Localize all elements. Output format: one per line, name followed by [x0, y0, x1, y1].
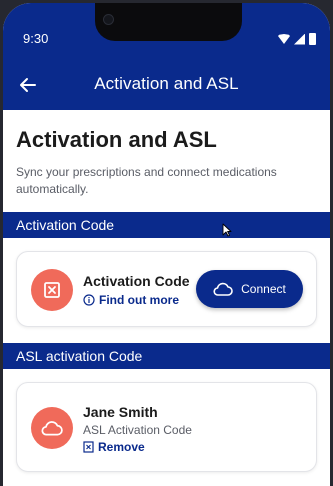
section-header-asl: ASL activation Code	[3, 343, 330, 369]
app-bar-title: Activation and ASL	[94, 74, 239, 93]
remove-label: Remove	[98, 440, 145, 454]
info-icon	[83, 294, 95, 306]
mouse-cursor-icon	[222, 223, 232, 237]
connect-button[interactable]: Connect	[196, 270, 303, 308]
activation-card-title: Activation Code	[83, 273, 190, 289]
device-frame: 9:30 Activation and ASL Activation and A…	[0, 0, 333, 486]
battery-icon	[309, 33, 316, 45]
app-screen: 9:30 Activation and ASL Activation and A…	[3, 3, 330, 486]
connect-button-label: Connect	[241, 282, 286, 296]
page-subtitle: Sync your prescriptions and connect medi…	[16, 165, 277, 196]
find-out-more-link[interactable]: Find out more	[83, 293, 179, 307]
asl-card-subtitle: ASL Activation Code	[83, 423, 192, 437]
asl-card-name: Jane Smith	[83, 404, 158, 420]
cloud-icon	[31, 407, 73, 449]
front-camera	[103, 14, 114, 25]
section-header-activation: Activation Code	[3, 212, 330, 238]
wifi-icon	[278, 34, 290, 44]
app-header: 9:30 Activation and ASL	[3, 3, 330, 110]
status-time: 9:30	[23, 31, 49, 46]
page-title: Activation and ASL	[16, 127, 217, 152]
cloud-icon	[213, 282, 233, 296]
activation-code-card: Activation Code Find out more Connect	[16, 251, 317, 327]
find-out-more-label: Find out more	[99, 293, 179, 307]
remove-icon	[83, 441, 94, 453]
device-notch	[95, 3, 242, 41]
main-content: Activation and ASL Sync your prescriptio…	[3, 110, 330, 486]
signal-icon	[294, 33, 305, 45]
remove-link[interactable]: Remove	[83, 440, 145, 454]
status-icons	[278, 33, 316, 45]
prescription-pad-icon	[31, 269, 73, 311]
asl-code-card: Jane Smith ASL Activation Code Remove	[16, 382, 317, 472]
